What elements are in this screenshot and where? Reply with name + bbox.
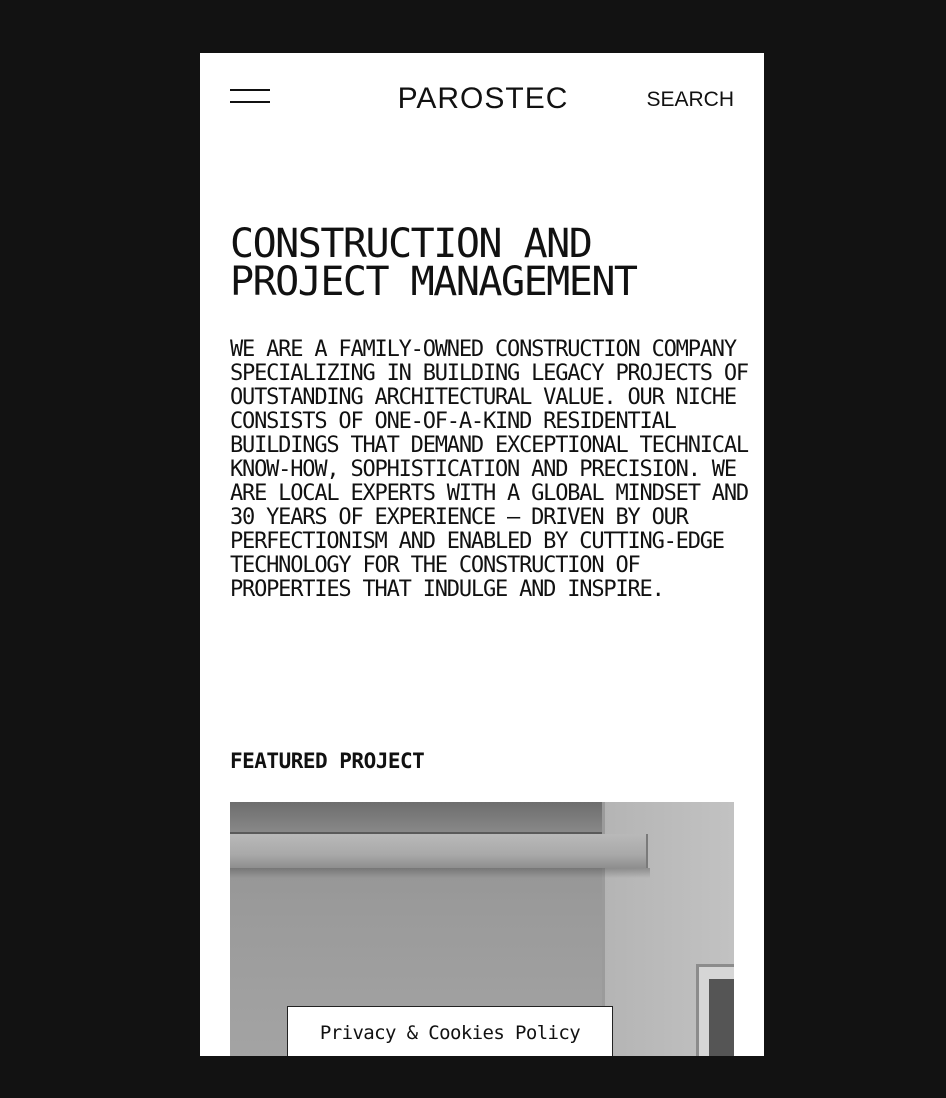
search-link[interactable]: SEARCH xyxy=(646,87,734,113)
hamburger-menu-icon[interactable] xyxy=(230,87,270,107)
featured-project-heading: FEATURED PROJECT xyxy=(230,749,425,773)
menu-line-top xyxy=(230,89,270,91)
menu-line-bottom xyxy=(230,101,270,103)
site-header: PAROSTEC SEARCH xyxy=(200,53,764,153)
image-window xyxy=(696,964,734,1056)
image-beam xyxy=(230,834,648,868)
image-beam-shadow xyxy=(230,868,650,878)
privacy-cookies-button[interactable]: Privacy & Cookies Policy xyxy=(287,1006,613,1056)
page-title: CONSTRUCTION AND PROJECT MANAGEMENT xyxy=(230,221,638,305)
intro-paragraph: WE ARE A FAMILY-OWNED CONSTRUCTION COMPA… xyxy=(230,337,749,602)
site-logo[interactable]: PAROSTEC xyxy=(378,81,588,117)
mobile-screen: PAROSTEC SEARCH CONSTRUCTION AND PROJECT… xyxy=(200,53,764,1056)
